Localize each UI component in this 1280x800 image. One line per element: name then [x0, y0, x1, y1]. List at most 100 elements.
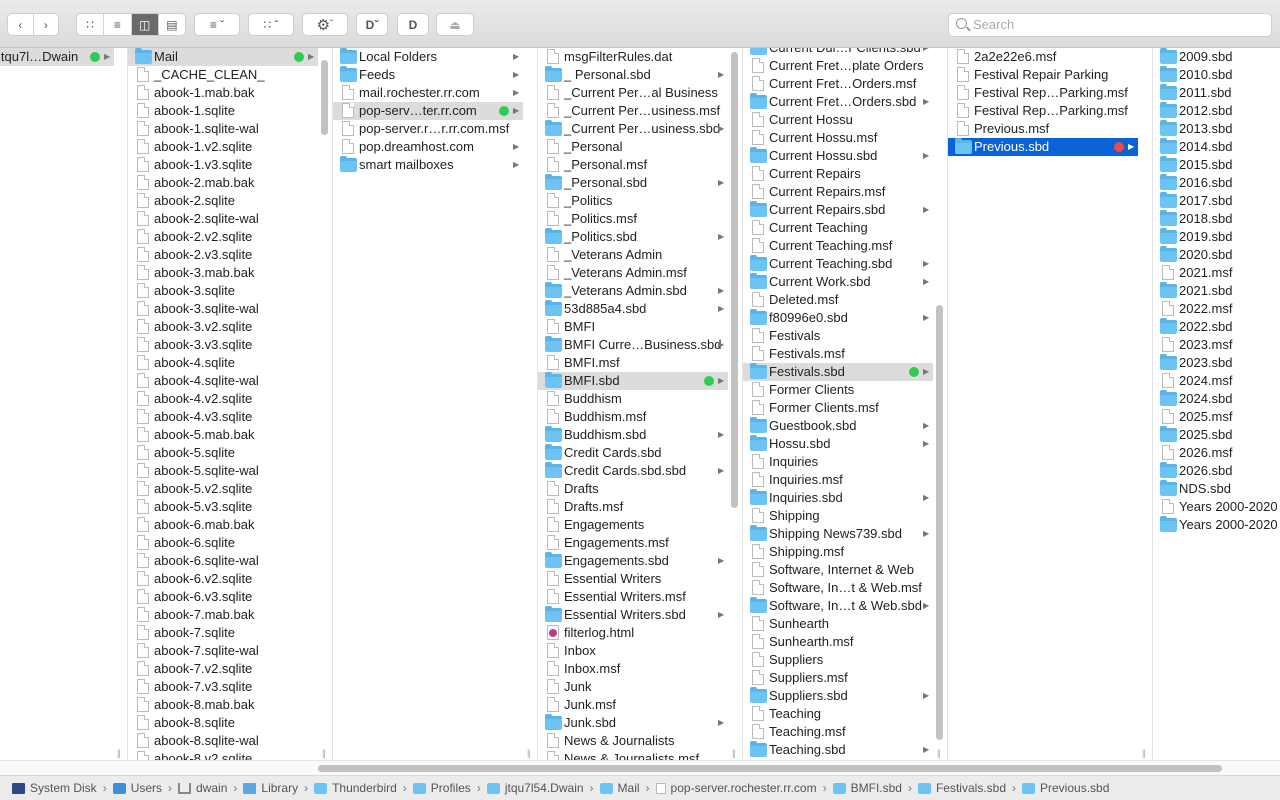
file-item[interactable]: _Personal [538, 138, 742, 156]
file-item[interactable]: Suppliers [743, 651, 947, 669]
folder-item[interactable]: 2016.sbd [1153, 174, 1280, 192]
dropbox-menu-button[interactable]: Dˇ [356, 13, 388, 36]
file-item[interactable]: abook-4.sqlite [128, 354, 332, 372]
folder-item[interactable]: 53d885a4.sbd ▶ [538, 300, 742, 318]
file-item[interactable]: abook-8.sqlite-wal [128, 732, 332, 750]
file-item[interactable]: abook-1.mab.bak [128, 84, 332, 102]
path-item[interactable]: BMFI.sbd › [832, 781, 918, 795]
folder-item[interactable]: 2013.sbd [1153, 120, 1280, 138]
file-item[interactable]: abook-2.sqlite [128, 192, 332, 210]
folder-item[interactable]: Current Repairs.sbd ▶ [743, 201, 947, 219]
file-item[interactable]: Former Clients [743, 381, 947, 399]
file-item[interactable]: _Current Per…usiness.msf [538, 102, 742, 120]
folder-item[interactable]: 2017.sbd [1153, 192, 1280, 210]
file-item[interactable]: Inquiries [743, 453, 947, 471]
file-item[interactable]: Festivals [743, 327, 947, 345]
folder-item[interactable]: Local Folders ▶ [333, 48, 537, 66]
file-item[interactable]: Former Clients.msf [743, 399, 947, 417]
file-item[interactable]: Engagements.msf [538, 534, 742, 552]
file-item[interactable]: abook-5.sqlite [128, 444, 332, 462]
path-item[interactable]: Profiles › [412, 781, 487, 795]
file-item[interactable]: Software, In…t & Web.msf [743, 579, 947, 597]
folder-item[interactable]: 2014.sbd [1153, 138, 1280, 156]
folder-item[interactable]: _Veterans Admin.sbd ▶ [538, 282, 742, 300]
folder-item[interactable]: 2010.sbd [1153, 66, 1280, 84]
file-item[interactable]: abook-1.sqlite [128, 102, 332, 120]
folder-item[interactable]: BMFI Curre…Business.sbd ▶ [538, 336, 742, 354]
file-item[interactable]: pop.dreamhost.com ▶ [333, 138, 537, 156]
list-view-icon[interactable]: ≡ [104, 14, 132, 35]
file-item[interactable]: Current Repairs [743, 165, 947, 183]
file-item[interactable]: abook-7.v3.sqlite [128, 678, 332, 696]
folder-item[interactable]: Inquiries.sbd ▶ [743, 489, 947, 507]
vertical-scrollbar[interactable] [936, 305, 943, 740]
file-item[interactable]: BMFI [538, 318, 742, 336]
file-item[interactable]: Suppliers.msf [743, 669, 947, 687]
file-item[interactable]: abook-5.v2.sqlite [128, 480, 332, 498]
folder-item[interactable]: Guestbook.sbd ▶ [743, 417, 947, 435]
folder-item[interactable]: 2019.sbd [1153, 228, 1280, 246]
file-item[interactable]: Current Hossu [743, 111, 947, 129]
folder-item[interactable]: 2015.sbd [1153, 156, 1280, 174]
folder-item[interactable]: Previous.sbd ▶ [948, 138, 1152, 156]
file-item[interactable]: abook-5.mab.bak [128, 426, 332, 444]
file-item[interactable]: Buddhism [538, 390, 742, 408]
folder-item[interactable]: Suppliers.sbd ▶ [743, 687, 947, 705]
file-item[interactable]: abook-3.mab.bak [128, 264, 332, 282]
file-item[interactable]: abook-4.sqlite-wal [128, 372, 332, 390]
file-item[interactable]: filterlog.html [538, 624, 742, 642]
folder-item[interactable]: 2021.sbd [1153, 282, 1280, 300]
folder-item[interactable]: 2022.sbd [1153, 318, 1280, 336]
file-item[interactable]: abook-1.sqlite-wal [128, 120, 332, 138]
file-item[interactable]: 2021.msf [1153, 264, 1280, 282]
file-item[interactable]: abook-2.sqlite-wal [128, 210, 332, 228]
file-item[interactable]: Teaching.msf [743, 723, 947, 741]
file-item[interactable]: pop-server.r…r.rr.com.msf [333, 120, 537, 138]
column-resize-handle[interactable]: || [527, 748, 531, 758]
share-button[interactable]: D [397, 13, 429, 36]
file-item[interactable]: 2022.msf [1153, 300, 1280, 318]
file-item[interactable]: _Current Per…al Business [538, 84, 742, 102]
folder-item[interactable]: Shipping News739.sbd ▶ [743, 525, 947, 543]
folder-item[interactable]: Current Work.sbd ▶ [743, 273, 947, 291]
file-item[interactable]: Festivals.msf [743, 345, 947, 363]
file-item[interactable]: abook-6.v2.sqlite [128, 570, 332, 588]
file-item[interactable]: abook-6.sqlite-wal [128, 552, 332, 570]
file-item[interactable]: Essential Writers.msf [538, 588, 742, 606]
file-item[interactable]: Software, Internet & Web [743, 561, 947, 579]
file-item[interactable]: abook-5.v3.sqlite [128, 498, 332, 516]
path-item[interactable]: System Disk › [12, 781, 113, 795]
file-item[interactable]: _Politics.msf [538, 210, 742, 228]
file-item[interactable]: Shipping [743, 507, 947, 525]
vertical-scrollbar[interactable] [321, 60, 328, 135]
file-item[interactable]: _Veterans Admin [538, 246, 742, 264]
folder-item[interactable]: jtqu7l…Dwain ▶ [0, 48, 127, 66]
file-item[interactable]: abook-3.sqlite-wal [128, 300, 332, 318]
file-item[interactable]: _Personal.msf [538, 156, 742, 174]
file-item[interactable]: News & Journalists.msf [538, 750, 742, 760]
file-item[interactable]: Current Teaching.msf [743, 237, 947, 255]
file-item[interactable]: abook-7.sqlite [128, 624, 332, 642]
folder-item[interactable]: Essential Writers.sbd ▶ [538, 606, 742, 624]
folder-item[interactable]: _Politics.sbd ▶ [538, 228, 742, 246]
folder-item[interactable]: Software, In…t & Web.sbd ▶ [743, 597, 947, 615]
folder-item[interactable]: Years 2000-2020 [1153, 516, 1280, 534]
file-item[interactable]: Shipping.msf [743, 543, 947, 561]
file-item[interactable]: pop-serv…ter.rr.com ▶ [333, 102, 537, 120]
horizontal-scroll-thumb[interactable] [318, 765, 1222, 772]
file-item[interactable]: abook-8.mab.bak [128, 696, 332, 714]
file-item[interactable]: Festival Repair Parking [948, 66, 1152, 84]
file-item[interactable]: abook-8.sqlite [128, 714, 332, 732]
file-item[interactable]: mail.rochester.rr.com ▶ [333, 84, 537, 102]
search-input[interactable]: Search [948, 13, 1272, 37]
file-item[interactable]: abook-4.v3.sqlite [128, 408, 332, 426]
folder-item[interactable]: _ Personal.sbd ▶ [538, 66, 742, 84]
file-item[interactable]: _Veterans Admin.msf [538, 264, 742, 282]
folder-item[interactable]: Hossu.sbd ▶ [743, 435, 947, 453]
file-item[interactable]: Inquiries.msf [743, 471, 947, 489]
vertical-scrollbar[interactable] [731, 52, 738, 508]
file-item[interactable]: Drafts.msf [538, 498, 742, 516]
folder-item[interactable]: Current Fret…Orders.sbd ▶ [743, 93, 947, 111]
path-item[interactable]: pop-server.rochester.rr.com › [655, 781, 833, 795]
folder-item[interactable]: Engagements.sbd ▶ [538, 552, 742, 570]
